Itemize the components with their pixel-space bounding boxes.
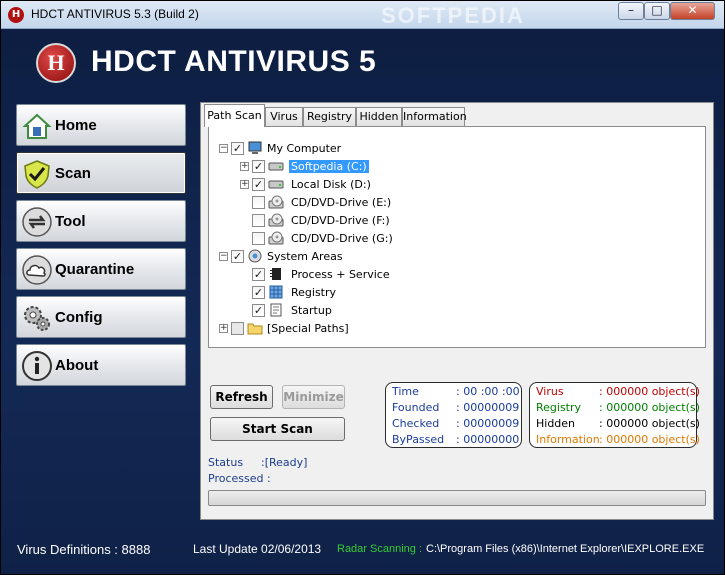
nav-config-button[interactable]: Config xyxy=(16,296,186,338)
app-icon[interactable]: H xyxy=(8,7,24,23)
drive-icon xyxy=(268,180,284,189)
nav-home-label: Home xyxy=(55,117,97,134)
minimize-window-button[interactable]: – xyxy=(618,2,644,20)
checkbox-checked[interactable]: ✓ xyxy=(252,304,265,317)
checkbox-unchecked[interactable] xyxy=(231,322,244,335)
checkbox-checked[interactable]: ✓ xyxy=(252,286,265,299)
app-header: H HDCT ANTIVIRUS 5 xyxy=(1,29,724,97)
scan-results-box: Virus: 000000 object(s) Registry: 000000… xyxy=(529,382,700,448)
checkbox-unchecked[interactable] xyxy=(252,214,265,227)
close-window-button[interactable]: ✕ xyxy=(670,2,715,20)
last-update: Last Update 02/06/2013 xyxy=(193,542,322,556)
minimize-button[interactable]: Minimize xyxy=(282,385,345,409)
tree-item-label: Local Disk (D:) xyxy=(291,178,371,191)
virus-definitions: Virus Definitions : 8888 xyxy=(17,542,151,557)
info-icon xyxy=(22,351,52,381)
nav-config-label: Config xyxy=(55,309,103,326)
app-name: HDCT ANTIVIRUS 5 xyxy=(91,45,377,78)
nav-tool-button[interactable]: Tool xyxy=(16,200,186,242)
tool-arrows-icon xyxy=(22,207,52,237)
nav-about-button[interactable]: About xyxy=(16,344,186,386)
collapse-icon[interactable]: − xyxy=(219,144,228,153)
tree-item-label: My Computer xyxy=(267,142,342,155)
nav-quarantine-button[interactable]: Quarantine xyxy=(16,248,186,290)
scan-progress-bar xyxy=(208,490,706,506)
scan-target-tree[interactable]: − ✓ My Computer + ✓ Softpedia (C:) + ✓ L… xyxy=(208,126,706,348)
watermark-text: SOFTPEDIA xyxy=(381,3,525,28)
checkbox-checked[interactable]: ✓ xyxy=(252,268,265,281)
refresh-button[interactable]: Refresh xyxy=(210,385,273,409)
tree-item-label: CD/DVD-Drive (E:) xyxy=(291,196,392,209)
app-window: H HDCT ANTIVIRUS 5.3 (Build 2) SOFTPEDIA… xyxy=(0,0,725,575)
quarantine-cloud-icon xyxy=(22,255,52,285)
startup-icon xyxy=(270,303,282,317)
tab-registry[interactable]: Registry xyxy=(303,107,356,126)
tab-hidden[interactable]: Hidden xyxy=(356,107,402,126)
cd-drive-icon xyxy=(268,195,284,209)
home-icon xyxy=(22,113,52,139)
status-value: :[Ready] xyxy=(261,456,308,469)
system-areas-icon xyxy=(248,249,262,263)
title-bar: H HDCT ANTIVIRUS 5.3 (Build 2) SOFTPEDIA… xyxy=(1,1,724,29)
registry-icon xyxy=(269,285,283,299)
checkbox-checked[interactable]: ✓ xyxy=(231,142,244,155)
radar-scanning-label: Radar Scanning : xyxy=(337,543,422,555)
checkbox-checked[interactable]: ✓ xyxy=(252,160,265,173)
computer-icon xyxy=(248,141,262,154)
gears-icon xyxy=(24,306,50,331)
drive-icon xyxy=(268,162,284,171)
maximize-window-button[interactable]: □ xyxy=(644,2,670,20)
tab-virus[interactable]: Virus xyxy=(265,107,303,126)
nav-tool-label: Tool xyxy=(55,213,86,230)
cd-drive-icon xyxy=(268,231,284,245)
checkbox-unchecked[interactable] xyxy=(252,232,265,245)
start-scan-button[interactable]: Start Scan xyxy=(210,417,345,441)
logo-icon: H xyxy=(36,43,76,83)
checkbox-checked[interactable]: ✓ xyxy=(252,178,265,191)
cd-drive-icon xyxy=(268,213,284,227)
checkbox-unchecked[interactable] xyxy=(252,196,265,209)
tree-item-label: CD/DVD-Drive (G:) xyxy=(291,232,393,245)
tree-item-label: System Areas xyxy=(267,250,343,263)
processed-label: Processed : xyxy=(208,472,271,485)
nav-home-button[interactable]: Home xyxy=(16,104,186,146)
tree-item-label: Softpedia (C:) xyxy=(289,160,369,173)
tree-item-label: Startup xyxy=(291,304,332,317)
nav-scan-label: Scan xyxy=(55,165,91,182)
tree-item-label: [Special Paths] xyxy=(267,322,349,335)
expand-icon[interactable]: + xyxy=(240,162,249,171)
tree-item-label: Registry xyxy=(291,286,337,299)
process-icon xyxy=(270,268,281,280)
tab-path-scan[interactable]: Path Scan xyxy=(204,104,265,127)
tab-information[interactable]: Information xyxy=(402,107,467,126)
checkbox-checked[interactable]: ✓ xyxy=(231,250,244,263)
expand-icon[interactable]: + xyxy=(219,324,228,333)
shield-check-icon xyxy=(24,160,50,189)
status-label: Status xyxy=(208,456,244,469)
nav-about-label: About xyxy=(55,357,99,374)
nav-scan-button[interactable]: Scan xyxy=(16,152,186,194)
collapse-icon[interactable]: − xyxy=(219,252,228,261)
status-footer: Virus Definitions : 8888 Last Update 02/… xyxy=(1,539,724,567)
tree-item-label: CD/DVD-Drive (F:) xyxy=(291,214,390,227)
tree-item-label: Process + Service xyxy=(291,268,390,281)
nav-quarantine-label: Quarantine xyxy=(55,261,135,278)
window-title: HDCT ANTIVIRUS 5.3 (Build 2) xyxy=(31,7,199,21)
expand-icon[interactable]: + xyxy=(240,180,249,189)
radar-scanning-path: C:\Program Files (x86)\Internet Explorer… xyxy=(426,543,705,555)
folder-icon xyxy=(247,323,263,335)
scan-stats-box: Time: 00 :00 :00 Founded: 00000009 Check… xyxy=(385,382,522,448)
scan-panel: Path Scan Virus Registry Hidden Informat… xyxy=(200,102,714,520)
